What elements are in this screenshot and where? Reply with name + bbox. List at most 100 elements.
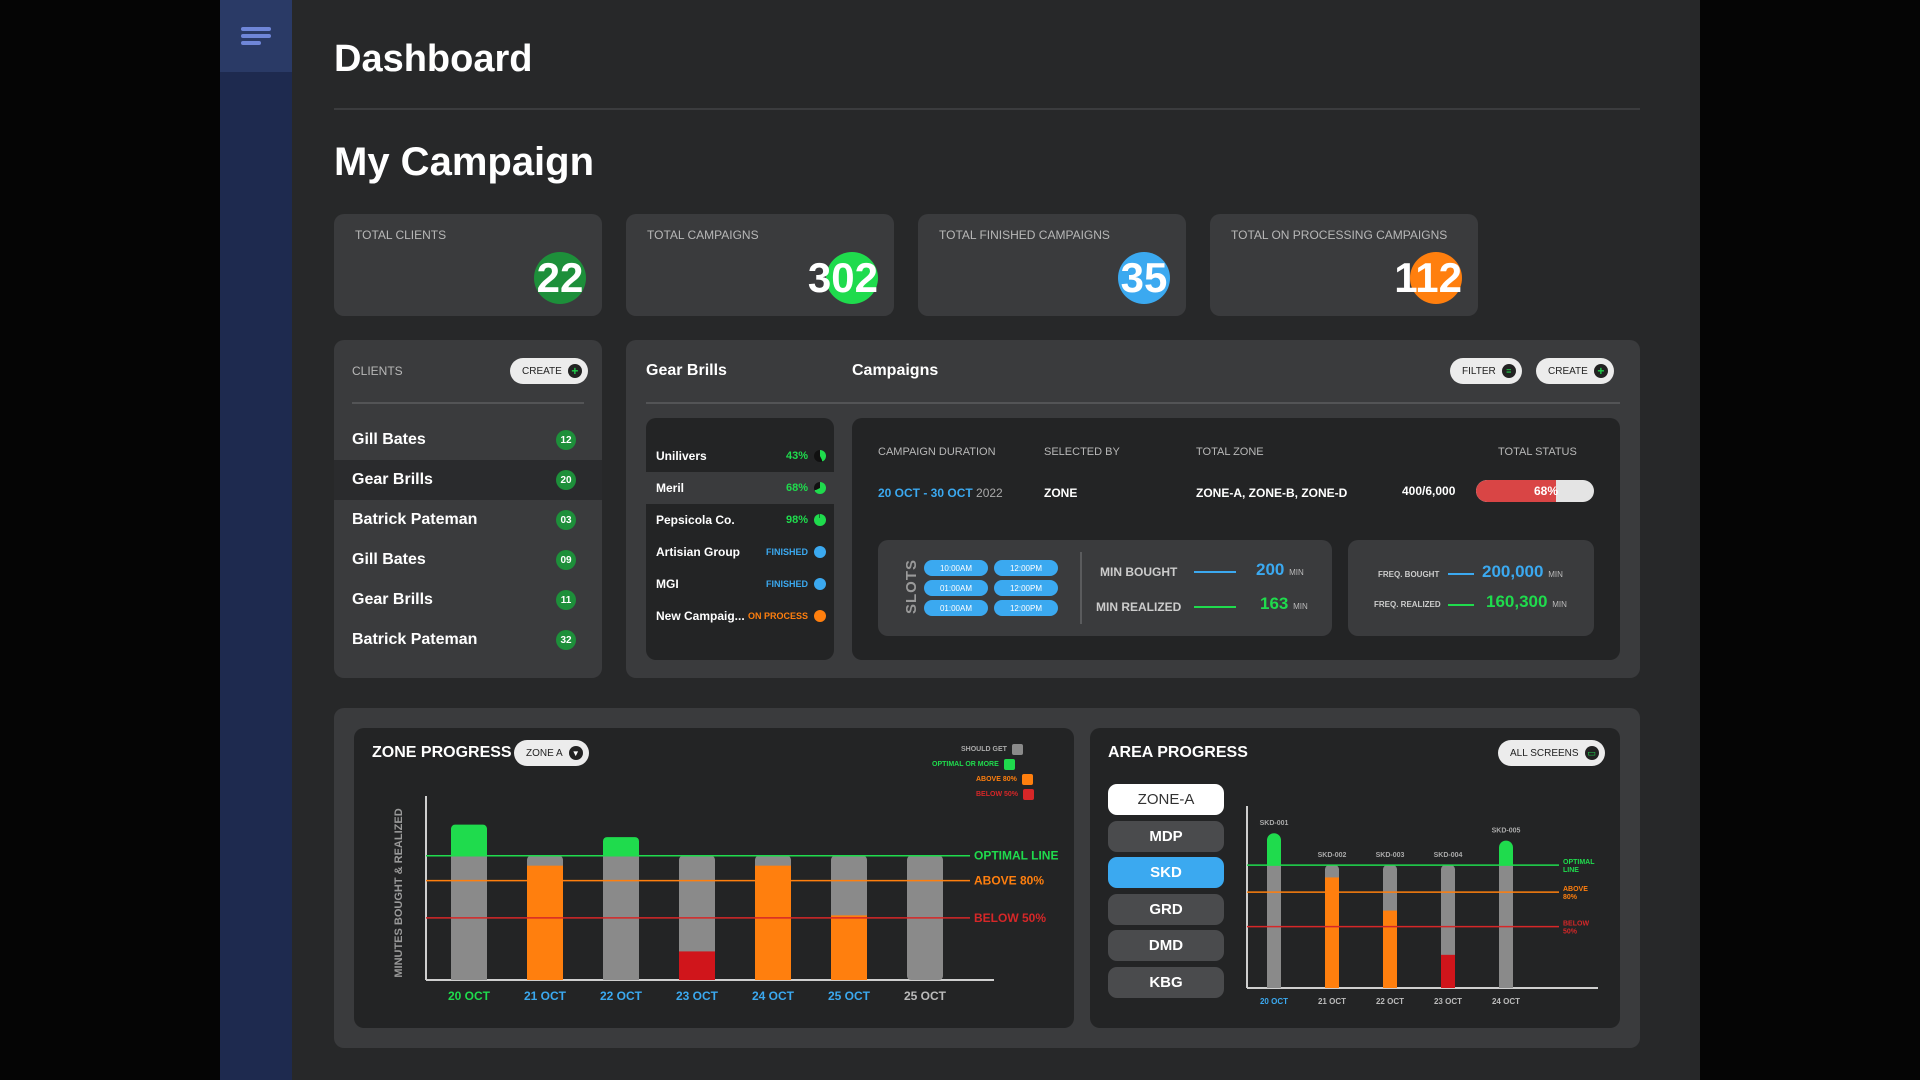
freq-realized-line: [1448, 604, 1474, 606]
area-progress-card: AREA PROGRESS ALL SCREENS ▭ ZONE-A MDP SKD…: [1090, 728, 1620, 1028]
campaign-item[interactable]: New Campaig... ON PROCESS: [646, 600, 834, 632]
status-dot-icon: [814, 578, 826, 590]
bar-label: SKD-003: [1376, 852, 1405, 859]
stat-value: 35: [1120, 254, 1168, 301]
stat-value: 302: [807, 254, 878, 301]
client-name: Gill Bates: [352, 431, 426, 448]
x-tick-label: 20 OCT: [448, 989, 491, 1003]
campaign-item[interactable]: Unilivers 43%: [646, 440, 834, 472]
x-tick-label: 22 OCT: [1376, 997, 1404, 1006]
y-axis-label: MINUTES BOUGHT & REALIZED: [393, 808, 405, 977]
client-item[interactable]: Gear Brills 11: [334, 580, 602, 620]
min-bought-value: 200 MIN: [1256, 560, 1304, 579]
campaign-status: 68%: [785, 482, 808, 494]
area-progress-chart: 20 OCT SKD-001 21 OCT SKD-002 22 OCT SKD-003 2…: [1246, 806, 1598, 1006]
campaign-list: Unilivers 43% Meril 68% Pepsicola Co. 98…: [646, 418, 834, 660]
stat-card-total-processing: TOTAL ON PROCESSING CAMPAIGNS 112: [1210, 214, 1478, 316]
client-count-badge: 20: [556, 470, 576, 490]
stat-card-total-clients: TOTAL CLIENTS 22: [334, 214, 602, 316]
x-tick-label: 23 OCT: [676, 989, 719, 1003]
x-tick-label: 25 OCT: [904, 989, 947, 1003]
reference-label: BELOW 50%: [974, 911, 1046, 925]
client-count-badge: 11: [556, 590, 576, 610]
campaign-status: 98%: [785, 514, 808, 526]
client-item-selected[interactable]: Gear Brills 20: [334, 460, 602, 500]
clients-panel: CLIENTS CREATE Gill Bates 12 Gear Brills…: [334, 340, 602, 678]
x-tick-label: 23 OCT: [1434, 997, 1462, 1006]
slot-chip[interactable]: 10:00AM: [924, 560, 988, 576]
create-client-button[interactable]: CREATE: [510, 358, 588, 384]
slot-chip[interactable]: 12:00PM: [994, 600, 1058, 616]
progress-panel: ZONE PROGRESS ZONE A ▼ SHOULD GET OPTIMA…: [334, 708, 1640, 1048]
campaign-name: Artisian Group: [656, 545, 741, 559]
x-tick-label: 21 OCT: [1318, 997, 1346, 1006]
campaign-name: Meril: [656, 481, 685, 495]
pie-progress-icon: [814, 482, 826, 494]
campaign-item[interactable]: MGI FINISHED: [646, 568, 834, 600]
freq-realized-value: 160,300 MIN: [1486, 592, 1567, 611]
slots-label: SLOTS: [903, 558, 921, 615]
zone-progress-chart: MINUTES BOUGHT & REALIZED 20 OCT 21 OCT 22 …: [393, 796, 1058, 1003]
min-bought-line: [1194, 571, 1236, 573]
campaigns-panel: Gear Brills Campaigns FILTER ≡ CREATE Un…: [626, 340, 1640, 678]
stat-card-total-finished: TOTAL FINISHED CAMPAIGNS 35: [918, 214, 1186, 316]
create-label: CREATE: [1548, 365, 1588, 377]
status-count: 400/6,000: [1402, 484, 1456, 498]
client-count-badge: 32: [556, 630, 576, 650]
pie-progress-icon: [814, 514, 826, 526]
slot-chip[interactable]: 12:00PM: [994, 560, 1058, 576]
client-item[interactable]: Batrick Pateman 32: [334, 620, 602, 660]
reference-label: OPTIMAL LINE: [974, 849, 1058, 863]
stat-value: 112: [1394, 254, 1462, 301]
x-tick-label: 25 OCT: [828, 989, 871, 1003]
x-tick-label: 21 OCT: [524, 989, 567, 1003]
menu-button[interactable]: [220, 0, 292, 72]
reference-label: BELOW: [1563, 921, 1589, 928]
campaign-name: Unilivers: [656, 449, 707, 463]
freq-bought-line: [1448, 573, 1474, 575]
client-count-badge: 12: [556, 430, 576, 450]
selected-by-value: ZONE: [1044, 486, 1078, 500]
stat-card-total-campaigns: TOTAL CAMPAIGNS 302: [626, 214, 894, 316]
client-item[interactable]: Gill Bates 12: [334, 420, 602, 460]
stat-label: TOTAL ON PROCESSING CAMPAIGNS: [1231, 228, 1448, 242]
min-realized-label: MIN REALIZED: [1096, 600, 1182, 614]
filter-button[interactable]: FILTER ≡: [1450, 358, 1522, 384]
reference-label: ABOVE: [1563, 886, 1588, 893]
slot-chip[interactable]: 01:00AM: [924, 600, 988, 616]
campaign-status: FINISHED: [765, 547, 808, 557]
plus-icon: [1593, 364, 1608, 378]
bar-above-80: [831, 915, 867, 980]
campaign-duration: 20 OCT - 30 OCT 2022: [878, 486, 1003, 500]
pie-progress-icon: [814, 450, 826, 462]
slot-chip[interactable]: 01:00AM: [924, 580, 988, 596]
duration-year: 2022: [976, 486, 1003, 500]
divider: [352, 402, 584, 404]
campaign-status: 43%: [785, 450, 808, 462]
reference-label: LINE: [1563, 867, 1579, 874]
freq-bought-label: FREQ. BOUGHT: [1378, 570, 1440, 579]
client-item[interactable]: Batrick Pateman 03: [334, 500, 602, 540]
selected-by-header: SELECTED BY: [1044, 446, 1120, 458]
campaign-item[interactable]: Pepsicola Co. 98%: [646, 504, 834, 536]
min-realized-value: 163 MIN: [1260, 594, 1308, 613]
create-campaign-button[interactable]: CREATE: [1536, 358, 1614, 384]
freq-bought-value: 200,000 MIN: [1482, 562, 1563, 581]
page-title: Dashboard: [334, 38, 533, 80]
campaign-item-selected[interactable]: Meril 68%: [646, 472, 834, 504]
client-item[interactable]: Gill Bates 09: [334, 540, 602, 580]
campaign-item[interactable]: Artisian Group FINISHED: [646, 536, 834, 568]
campaign-status: ON PROCESS: [747, 611, 808, 621]
freq-box: FREQ. BOUGHT 200,000 MIN FREQ. REALIZED …: [1348, 540, 1594, 636]
title-divider: [334, 108, 1640, 110]
total-status-header: TOTAL STATUS: [1498, 446, 1577, 458]
bar-label: SKD-001: [1260, 820, 1289, 827]
reference-label: OPTIMAL: [1563, 859, 1595, 866]
x-tick-label: 24 OCT: [752, 989, 795, 1003]
sidebar: [220, 0, 292, 1080]
slot-chip[interactable]: 12:00PM: [994, 580, 1058, 596]
zone-progress-card: ZONE PROGRESS ZONE A ▼ SHOULD GET OPTIMA…: [354, 728, 1074, 1028]
campaign-status: FINISHED: [765, 579, 808, 589]
hamburger-icon: [241, 24, 271, 48]
x-tick-label: 20 OCT: [1260, 997, 1288, 1006]
